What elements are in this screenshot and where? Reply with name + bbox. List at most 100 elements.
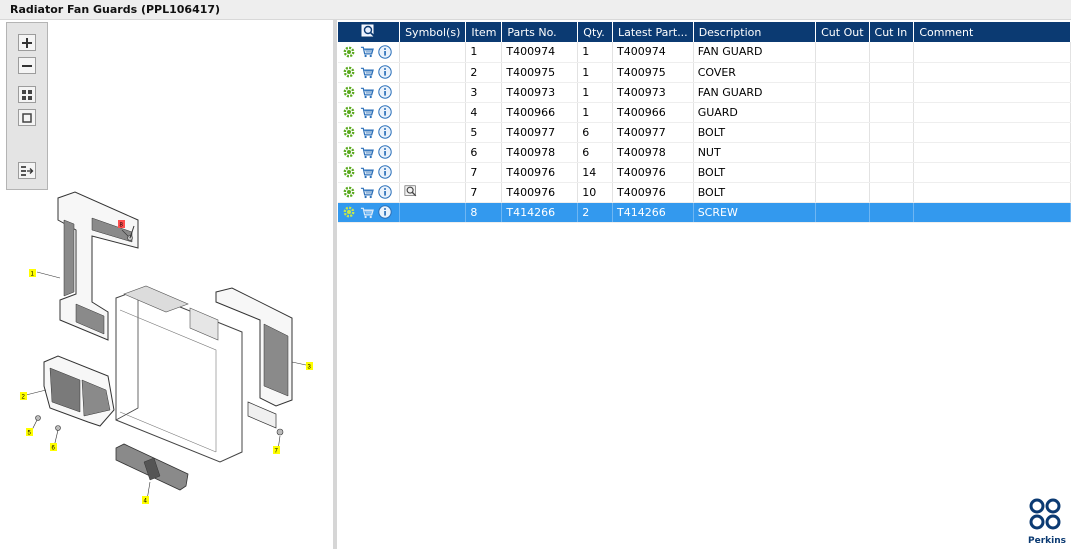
cart-icon[interactable] bbox=[360, 85, 374, 99]
col-header-symbols[interactable]: Symbol(s) bbox=[399, 22, 467, 42]
col-header-item[interactable]: Item bbox=[465, 22, 503, 42]
table-row[interactable]: 7 T400976 10 T400976 BOLT bbox=[338, 182, 1071, 203]
gear-icon[interactable] bbox=[342, 65, 356, 79]
cart-icon[interactable] bbox=[360, 125, 374, 139]
diagram-viewer[interactable]: 1 2 3 4 5 6 7 8 bbox=[0, 20, 333, 549]
fit-all-button[interactable] bbox=[18, 86, 36, 103]
perkins-logo: Perkins bbox=[1027, 498, 1067, 548]
col-header-qty[interactable]: Qty. bbox=[577, 22, 613, 42]
info-icon[interactable] bbox=[378, 125, 392, 139]
cell-cut-in bbox=[869, 102, 915, 123]
info-icon[interactable] bbox=[378, 145, 392, 159]
cell-cut-in bbox=[869, 162, 915, 183]
row-actions-cell bbox=[338, 62, 401, 83]
table-row[interactable]: 5 T400977 6 T400977 BOLT bbox=[338, 122, 1071, 143]
col-header-cut-in[interactable]: Cut In bbox=[869, 22, 915, 42]
info-icon[interactable] bbox=[378, 45, 392, 59]
cart-icon[interactable] bbox=[360, 205, 374, 219]
cell-item: 5 bbox=[465, 122, 503, 143]
table-row[interactable]: 2 T400975 1 T400975 COVER bbox=[338, 62, 1071, 83]
col-header-cut-out[interactable]: Cut Out bbox=[815, 22, 870, 42]
table-row[interactable]: 6 T400978 6 T400978 NUT bbox=[338, 142, 1071, 163]
cart-icon[interactable] bbox=[360, 145, 374, 159]
col-header-actions[interactable] bbox=[338, 22, 401, 42]
cart-icon[interactable] bbox=[360, 165, 374, 179]
symbol-cell bbox=[399, 82, 467, 103]
col-header-description[interactable]: Description bbox=[693, 22, 817, 42]
gear-icon[interactable] bbox=[342, 85, 356, 99]
cell-part-no: T400975 bbox=[501, 62, 579, 83]
symbol-cell bbox=[399, 62, 467, 83]
info-icon[interactable] bbox=[378, 185, 392, 199]
export-button[interactable] bbox=[18, 162, 36, 179]
callout-5[interactable]: 5 bbox=[26, 428, 33, 437]
cell-comment bbox=[913, 42, 1071, 63]
col-header-comment[interactable]: Comment bbox=[913, 22, 1071, 42]
callout-8[interactable]: 8 bbox=[118, 220, 125, 229]
callout-3[interactable]: 3 bbox=[306, 362, 313, 371]
col-header-parts-no[interactable]: Parts No. bbox=[501, 22, 579, 42]
callout-1[interactable]: 1 bbox=[29, 269, 36, 278]
info-icon[interactable] bbox=[378, 85, 392, 99]
info-icon[interactable] bbox=[378, 165, 392, 179]
title-bar: Radiator Fan Guards (PPL106417) bbox=[0, 0, 1071, 20]
cell-comment bbox=[913, 102, 1071, 123]
cart-icon[interactable] bbox=[360, 45, 374, 59]
cell-part-no: T400976 bbox=[501, 162, 579, 183]
gear-icon[interactable] bbox=[342, 145, 356, 159]
cell-cut-out bbox=[815, 82, 870, 103]
info-icon[interactable] bbox=[378, 105, 392, 119]
part-4-guard[interactable] bbox=[115, 443, 189, 491]
cart-icon[interactable] bbox=[360, 105, 374, 119]
cell-description: BOLT bbox=[693, 122, 817, 143]
col-header-latest-part[interactable]: Latest Part... bbox=[612, 22, 694, 42]
cell-item: 6 bbox=[465, 142, 503, 163]
gear-icon[interactable] bbox=[342, 205, 356, 219]
table-row[interactable]: 7 T400976 14 T400976 BOLT bbox=[338, 162, 1071, 183]
table-row[interactable]: 4 T400966 1 T400966 GUARD bbox=[338, 102, 1071, 123]
cell-cut-in bbox=[869, 182, 915, 203]
plus-icon bbox=[22, 37, 32, 48]
gear-icon[interactable] bbox=[342, 125, 356, 139]
cell-cut-out bbox=[815, 182, 870, 203]
image-magnifier-icon[interactable] bbox=[404, 184, 418, 198]
table-row[interactable]: 3 T400973 1 T400973 FAN GUARD bbox=[338, 82, 1071, 103]
export-list-icon bbox=[21, 165, 34, 176]
info-icon[interactable] bbox=[378, 205, 392, 219]
callout-6[interactable]: 6 bbox=[50, 443, 57, 452]
cell-part-no: T400976 bbox=[501, 182, 579, 203]
cell-comment bbox=[913, 82, 1071, 103]
cart-icon[interactable] bbox=[360, 185, 374, 199]
table-row[interactable]: 8 T414266 2 T414266 SCREW bbox=[338, 202, 1071, 223]
parts-table: Symbol(s) Item Parts No. Qty. Latest Par… bbox=[338, 22, 1071, 223]
window-title: Radiator Fan Guards (PPL106417) bbox=[10, 3, 221, 16]
gear-icon[interactable] bbox=[342, 45, 356, 59]
symbol-cell bbox=[399, 122, 467, 143]
cell-part-no: T400973 bbox=[501, 82, 579, 103]
cell-qty: 10 bbox=[577, 182, 613, 203]
cell-description: NUT bbox=[693, 142, 817, 163]
cell-item: 4 bbox=[465, 102, 503, 123]
callout-4[interactable]: 4 bbox=[142, 496, 149, 505]
cart-icon[interactable] bbox=[360, 65, 374, 79]
callout-7[interactable]: 7 bbox=[273, 446, 280, 455]
table-row[interactable]: 1 T400974 1 T400974 FAN GUARD bbox=[338, 42, 1071, 63]
zoom-out-button[interactable] bbox=[18, 57, 36, 74]
actual-size-button[interactable] bbox=[18, 109, 36, 126]
gear-icon[interactable] bbox=[342, 185, 356, 199]
gear-icon[interactable] bbox=[342, 165, 356, 179]
part-2-cover[interactable] bbox=[43, 355, 115, 427]
cell-description: COVER bbox=[693, 62, 817, 83]
row-actions-cell bbox=[338, 182, 401, 203]
cell-cut-in bbox=[869, 62, 915, 83]
cell-part-no: T414266 bbox=[501, 202, 579, 223]
gear-icon[interactable] bbox=[342, 105, 356, 119]
parts-grid-pane: Symbol(s) Item Parts No. Qty. Latest Par… bbox=[337, 20, 1071, 549]
cell-description: BOLT bbox=[693, 162, 817, 183]
info-icon[interactable] bbox=[378, 65, 392, 79]
callout-2[interactable]: 2 bbox=[20, 392, 27, 401]
exploded-parts-diagram[interactable]: 1 2 3 4 5 6 7 8 bbox=[20, 190, 320, 520]
cell-cut-out bbox=[815, 162, 870, 183]
row-actions-cell bbox=[338, 162, 401, 183]
zoom-in-button[interactable] bbox=[18, 34, 36, 51]
